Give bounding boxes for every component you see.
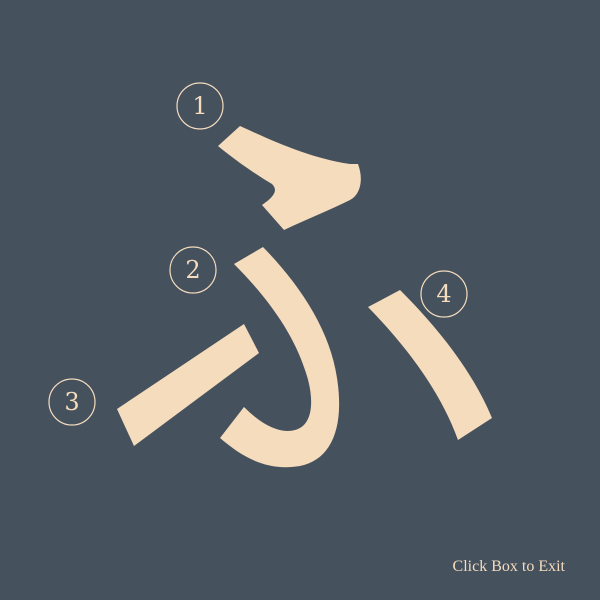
svg-text:2: 2	[185, 256, 200, 284]
stroke-1	[218, 126, 361, 230]
stroke-order-badge-1: 1	[176, 82, 224, 130]
click-to-exit-label[interactable]: Click Box to Exit	[453, 556, 565, 578]
svg-text:4: 4	[436, 280, 451, 308]
stroke-order-badge-3: 3	[48, 378, 96, 426]
stroke-order-badge-2: 2	[169, 246, 217, 294]
stroke-order-badge-4: 4	[420, 270, 468, 318]
kana-stroke-diagram: 1 2 3 4	[48, 82, 492, 468]
svg-text:3: 3	[64, 388, 79, 416]
kana-stroke-order-box[interactable]: 1 2 3 4 Click Box to Exit	[0, 0, 600, 600]
svg-text:1: 1	[192, 92, 207, 120]
